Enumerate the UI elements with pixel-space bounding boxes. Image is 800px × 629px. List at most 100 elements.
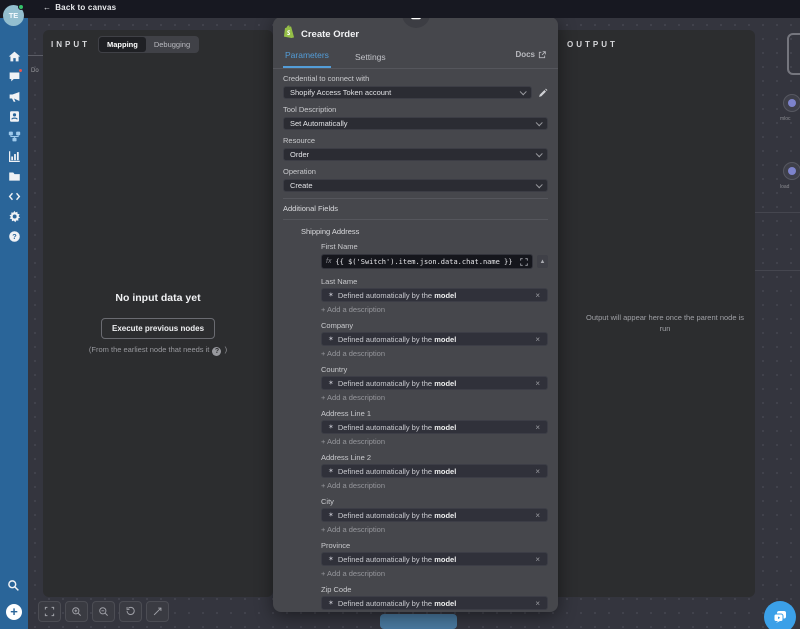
partial-node-label: Do bbox=[31, 68, 39, 74]
field-label: Company bbox=[321, 321, 548, 330]
ai-defined-field[interactable]: ✶ Defined automatically by the model × bbox=[321, 596, 548, 610]
execute-previous-nodes-button[interactable]: Execute previous nodes bbox=[101, 318, 215, 339]
divider bbox=[283, 198, 548, 199]
first-name-field-group: First Name fx {{ $('Switch').item.json.d… bbox=[321, 242, 548, 269]
shipping-field-group: Last Name ✶ Defined automatically by the… bbox=[321, 277, 548, 314]
ai-defined-text: Defined automatically by the model bbox=[338, 379, 530, 388]
resource-select[interactable]: Order bbox=[283, 148, 548, 161]
megaphone-icon[interactable] bbox=[8, 90, 21, 103]
ai-defined-field[interactable]: ✶ Defined automatically by the model × bbox=[321, 552, 548, 566]
sparkles-icon: ✶ bbox=[328, 335, 334, 343]
add-description-link[interactable]: + Add a description bbox=[321, 525, 548, 534]
expression-toggle-button[interactable]: ▲ bbox=[537, 255, 548, 268]
sparkles-icon: ✶ bbox=[328, 555, 334, 563]
add-description-link[interactable]: + Add a description bbox=[321, 481, 548, 490]
tab-parameters[interactable]: Parameters bbox=[283, 50, 331, 68]
test-step-button-partial[interactable] bbox=[380, 614, 457, 629]
no-input-data-text: No input data yet bbox=[43, 292, 273, 304]
divider bbox=[283, 219, 548, 220]
app-window: Do mloc load ←Back to canvas bbox=[0, 0, 800, 629]
tab-debugging[interactable]: Debugging bbox=[146, 37, 198, 52]
modal-title: Create Order bbox=[301, 29, 359, 40]
partial-node-caption: load bbox=[780, 184, 789, 190]
expand-expression-icon[interactable] bbox=[520, 258, 528, 266]
code-icon[interactable] bbox=[8, 190, 21, 203]
top-bar: ←Back to canvas bbox=[0, 0, 800, 18]
zoom-out-button[interactable] bbox=[92, 601, 115, 622]
edit-credential-icon[interactable] bbox=[538, 88, 548, 98]
ai-defined-field[interactable]: ✶ Defined automatically by the model × bbox=[321, 464, 548, 478]
connection-line bbox=[28, 55, 43, 56]
analytics-icon[interactable] bbox=[8, 150, 21, 163]
chevron-down-icon bbox=[536, 150, 543, 157]
partial-node-caption: mloc bbox=[780, 116, 791, 122]
question-circle-icon[interactable]: ? bbox=[212, 347, 221, 356]
clear-field-icon[interactable]: × bbox=[534, 511, 541, 520]
workflows-icon[interactable] bbox=[8, 130, 21, 143]
folder-icon[interactable] bbox=[8, 170, 21, 183]
docs-link[interactable]: Docs bbox=[515, 50, 546, 59]
clear-field-icon[interactable]: × bbox=[534, 379, 541, 388]
external-link-icon bbox=[538, 51, 546, 59]
add-description-link[interactable]: + Add a description bbox=[321, 305, 548, 314]
chat-bubbles-icon bbox=[772, 609, 788, 625]
contacts-icon[interactable] bbox=[8, 110, 21, 123]
clear-field-icon[interactable]: × bbox=[534, 291, 541, 300]
tab-mapping[interactable]: Mapping bbox=[99, 37, 146, 52]
credential-select[interactable]: Shopify Access Token account bbox=[283, 86, 532, 99]
sidebar: ? bbox=[0, 18, 28, 629]
sparkles-icon: ✶ bbox=[328, 379, 334, 387]
expression-fx-badge: fx bbox=[326, 258, 331, 265]
clear-field-icon[interactable]: × bbox=[534, 599, 541, 608]
add-description-link[interactable]: + Add a description bbox=[321, 437, 548, 446]
first-name-label: First Name bbox=[321, 242, 548, 251]
clear-field-icon[interactable]: × bbox=[534, 555, 541, 564]
zoom-in-button[interactable] bbox=[65, 601, 88, 622]
sparkles-icon: ✶ bbox=[328, 511, 334, 519]
add-description-link[interactable]: + Add a description bbox=[321, 393, 548, 402]
tool-description-select[interactable]: Set Automatically bbox=[283, 117, 548, 130]
shopify-icon bbox=[283, 25, 295, 43]
first-name-expression-input[interactable]: fx {{ $('Switch').item.json.data.chat.na… bbox=[321, 254, 533, 269]
add-description-link[interactable]: + Add a description bbox=[321, 569, 548, 578]
home-icon[interactable] bbox=[8, 50, 21, 63]
input-panel: INPUT Mapping Debugging No input data ye… bbox=[43, 30, 273, 597]
partial-node-icon bbox=[783, 162, 800, 180]
shipping-field-group: Country ✶ Defined automatically by the m… bbox=[321, 365, 548, 402]
ai-defined-text: Defined automatically by the model bbox=[338, 335, 530, 344]
ai-defined-field[interactable]: ✶ Defined automatically by the model × bbox=[321, 332, 548, 346]
ai-defined-field[interactable]: ✶ Defined automatically by the model × bbox=[321, 288, 548, 302]
fit-view-button[interactable] bbox=[38, 601, 61, 622]
search-icon[interactable] bbox=[7, 579, 20, 597]
sparkles-icon: ✶ bbox=[328, 599, 334, 607]
support-chat-icon[interactable] bbox=[8, 70, 21, 83]
operation-select[interactable]: Create bbox=[283, 179, 548, 192]
sparkles-icon: ✶ bbox=[328, 291, 334, 299]
chat-assistant-button[interactable] bbox=[764, 601, 796, 629]
input-panel-title: INPUT bbox=[51, 40, 90, 49]
back-to-canvas-link[interactable]: ←Back to canvas bbox=[43, 3, 116, 12]
output-panel: OUTPUT Output will appear here once the … bbox=[545, 30, 755, 597]
operation-label: Operation bbox=[283, 167, 548, 176]
ai-defined-text: Defined automatically by the model bbox=[338, 599, 530, 608]
undo-button[interactable] bbox=[119, 601, 142, 622]
tab-settings[interactable]: Settings bbox=[353, 52, 388, 68]
add-new-button[interactable]: + bbox=[6, 604, 22, 620]
settings-gear-icon[interactable] bbox=[8, 210, 21, 223]
ai-defined-field[interactable]: ✶ Defined automatically by the model × bbox=[321, 420, 548, 434]
canvas-divider bbox=[755, 212, 800, 213]
clear-field-icon[interactable]: × bbox=[534, 423, 541, 432]
clear-field-icon[interactable]: × bbox=[534, 335, 541, 344]
partial-node-icon bbox=[783, 94, 800, 112]
ai-defined-field[interactable]: ✶ Defined automatically by the model × bbox=[321, 508, 548, 522]
shipping-field-group: Address Line 2 ✶ Defined automatically b… bbox=[321, 453, 548, 490]
add-description-link[interactable]: + Add a description bbox=[321, 349, 548, 358]
ai-defined-field[interactable]: ✶ Defined automatically by the model × bbox=[321, 376, 548, 390]
svg-text:?: ? bbox=[12, 232, 17, 241]
tidy-up-button[interactable] bbox=[146, 601, 169, 622]
notification-dot bbox=[18, 68, 23, 73]
clear-field-icon[interactable]: × bbox=[534, 467, 541, 476]
help-icon[interactable]: ? bbox=[8, 230, 21, 243]
ai-defined-text: Defined automatically by the model bbox=[338, 423, 530, 432]
input-tabs: Mapping Debugging bbox=[98, 36, 199, 53]
